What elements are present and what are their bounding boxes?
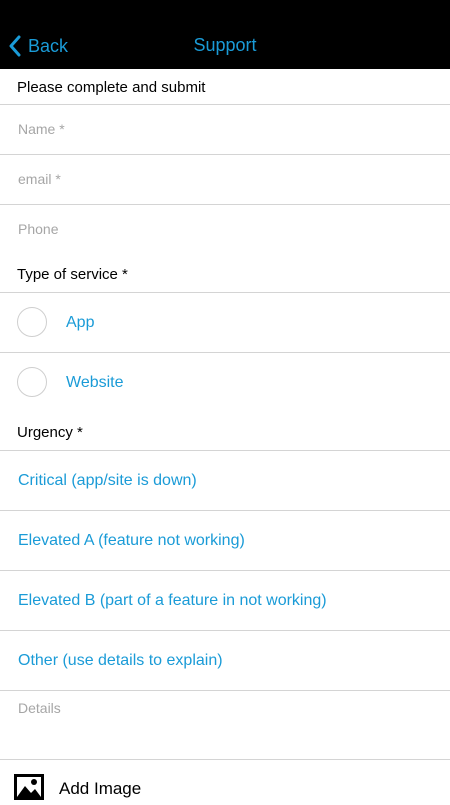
service-option-label: Website [66,374,124,391]
service-label-row: Type of service * [0,255,450,293]
phone-placeholder: Phone [18,221,59,237]
page-title: Support [193,35,257,55]
email-placeholder: email * [18,171,61,187]
navigation-bar: Back Support [0,0,450,69]
urgency-option-label: Critical (app/site is down) [18,472,197,489]
phone-field[interactable]: Phone [0,205,450,255]
urgency-option-critical[interactable]: Critical (app/site is down) [0,451,450,511]
urgency-option-label: Other (use details to explain) [18,652,223,669]
urgency-option-other[interactable]: Other (use details to explain) [0,631,450,691]
urgency-option-elevated-b[interactable]: Elevated B (part of a feature in not wor… [0,571,450,631]
add-image-label: Add Image [59,779,142,798]
details-field[interactable]: Details [0,691,450,760]
urgency-option-label: Elevated B (part of a feature in not wor… [18,592,327,609]
service-label: Type of service * [17,266,128,283]
radio-app[interactable] [17,307,47,337]
service-option-app[interactable]: App [0,293,450,353]
name-placeholder: Name * [18,121,65,137]
details-placeholder: Details [18,700,61,716]
email-field[interactable]: email * [0,155,450,205]
name-field[interactable]: Name * [0,105,450,155]
service-option-label: App [66,314,95,331]
image-icon [14,774,44,805]
radio-website[interactable] [17,367,47,397]
urgency-option-label: Elevated A (feature not working) [18,532,245,549]
urgency-label: Urgency * [17,424,83,441]
urgency-label-row: Urgency * [0,413,450,451]
urgency-option-elevated-a[interactable]: Elevated A (feature not working) [0,511,450,571]
intro-text: Please complete and submit [17,79,206,96]
service-option-website[interactable]: Website [0,353,450,413]
intro-row: Please complete and submit [0,69,450,105]
